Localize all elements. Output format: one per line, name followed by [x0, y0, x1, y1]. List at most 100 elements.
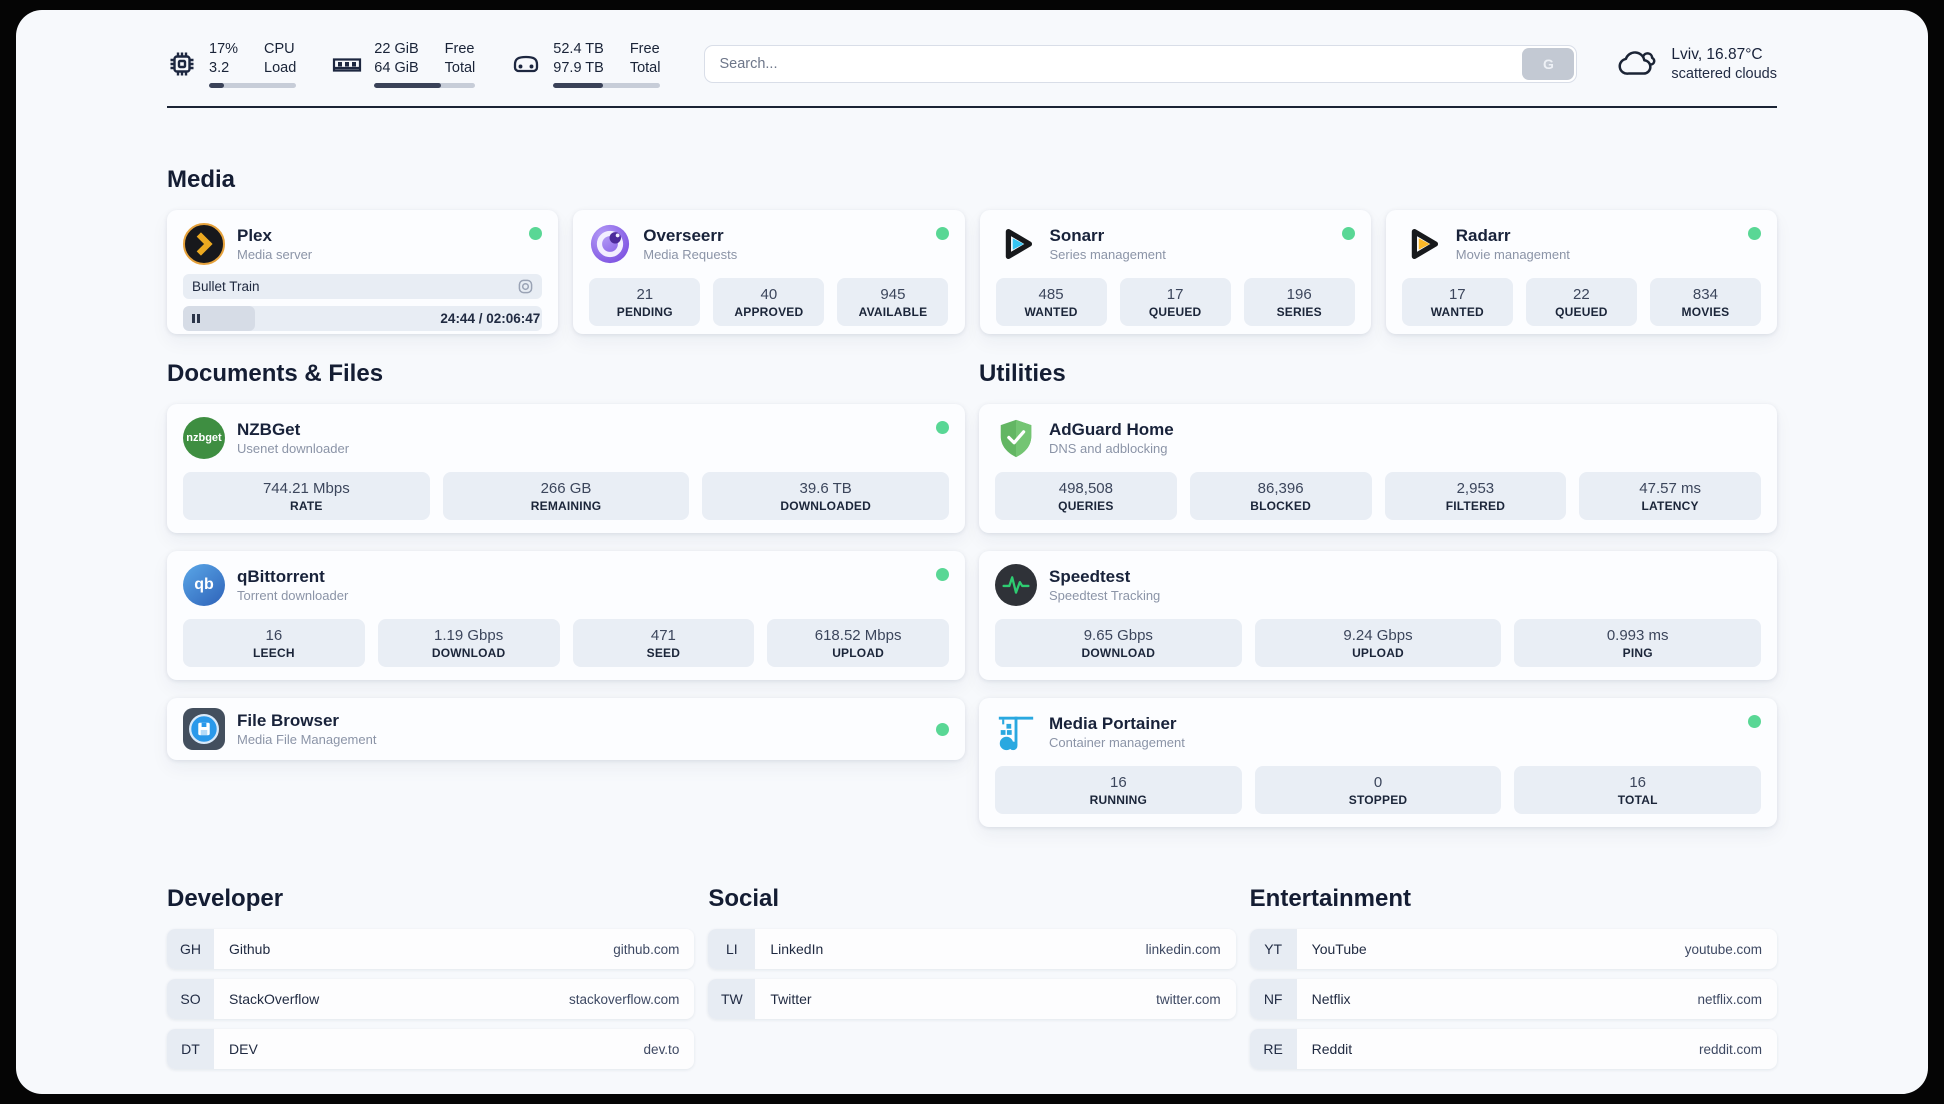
- cpu-progress-fill: [209, 83, 224, 88]
- section-title-media: Media: [167, 166, 236, 193]
- link-youtube[interactable]: YT YouTube youtube.com: [1249, 929, 1777, 969]
- memory-total-value: 64 GiB: [374, 60, 419, 76]
- nzbget-icon: nzbget: [183, 417, 225, 459]
- status-online-dot: [1748, 227, 1761, 240]
- app-subtitle: Torrent downloader: [237, 588, 349, 603]
- cpu-usage-label: CPU: [264, 41, 295, 57]
- app-title: File Browser: [237, 711, 340, 730]
- stat-ping: 0.993 ms PING: [1514, 619, 1762, 667]
- weather-widget: Lviv, 16.87°C scattered clouds: [1617, 43, 1777, 85]
- link-linkedin[interactable]: LI LinkedIn linkedin.com: [708, 929, 1236, 969]
- app-card-adguard[interactable]: AdGuard Home DNS and adblocking 498,508 …: [979, 404, 1777, 533]
- adguard-icon: [995, 417, 1037, 459]
- link-github[interactable]: GH Github github.com: [167, 929, 695, 969]
- cpu-metric: 17% 3.2 CPU Load: [167, 40, 297, 88]
- app-title: Media Portainer: [1049, 714, 1177, 733]
- link-abbr-badge: GH: [167, 929, 214, 969]
- documents-column: Documents & Files nzbget NZBGet Usenet d…: [167, 360, 965, 827]
- status-online-dot: [529, 227, 543, 240]
- storage-free-label: Free: [629, 41, 660, 57]
- app-card-plex[interactable]: Plex Media server Bullet Train 24:44 / 0…: [167, 210, 559, 334]
- stat-upload: 9.24 Gbps UPLOAD: [1254, 619, 1502, 667]
- stat-filtered: 2,953 FILTERED: [1384, 472, 1567, 520]
- app-title: Speedtest: [1049, 567, 1131, 586]
- app-subtitle: Speedtest Tracking: [1049, 588, 1161, 603]
- app-card-nzbget[interactable]: nzbget NZBGet Usenet downloader 744.21 M…: [167, 404, 965, 533]
- app-title: Radarr: [1455, 226, 1511, 245]
- cpu-usage-value: 17%: [209, 41, 239, 57]
- stat-wanted: 17 WANTED: [1401, 278, 1513, 326]
- utilities-column: Utilities AdGuard Home DNS and adblockin…: [979, 360, 1777, 827]
- weather-location-temp: Lviv, 16.87°C: [1671, 45, 1763, 63]
- stat-total: 16 TOTAL: [1514, 766, 1762, 814]
- app-subtitle: Usenet downloader: [237, 441, 350, 456]
- now-playing-title: Bullet Train: [192, 279, 260, 294]
- stat-upload: 618.52 Mbps UPLOAD: [767, 619, 949, 667]
- stat-running: 16 RUNNING: [995, 766, 1242, 814]
- overseerr-icon: [589, 223, 631, 265]
- stat-queued: 22 QUEUED: [1525, 278, 1637, 326]
- memory-free-value: 22 GiB: [374, 41, 419, 57]
- stat-seed: 471 SEED: [572, 619, 755, 667]
- search-engine-button[interactable]: G: [1522, 48, 1575, 80]
- link-abbr-badge: RE: [1249, 1029, 1297, 1069]
- qbittorrent-icon: qb: [183, 564, 225, 606]
- speedtest-icon: [995, 564, 1037, 606]
- stat-movies: 834 MOVIES: [1649, 278, 1761, 326]
- hard-drive-icon: [514, 55, 539, 73]
- social-links: Social LI LinkedIn linkedin.com TW Twitt…: [708, 885, 1236, 1069]
- link-stackoverflow[interactable]: SO StackOverflow stackoverflow.com: [167, 979, 695, 1019]
- stat-wanted: 485 WANTED: [995, 278, 1107, 326]
- media-grid: Plex Media server Bullet Train 24:44 / 0…: [167, 210, 1777, 334]
- app-card-sonarr[interactable]: Sonarr Series management 485 WANTED 17 Q…: [979, 210, 1371, 334]
- app-card-radarr[interactable]: Radarr Movie management 17 WANTED 22 QUE…: [1385, 210, 1777, 334]
- link-abbr-badge: NF: [1249, 979, 1297, 1019]
- app-card-portainer[interactable]: Media Portainer Container management 16 …: [979, 698, 1777, 827]
- stat-available: 945 AVAILABLE: [837, 278, 949, 326]
- storage-total-value: 97.9 TB: [553, 60, 604, 76]
- storage-metric: 52.4 TB 97.9 TB Free Total: [511, 40, 661, 88]
- search-input[interactable]: [704, 45, 1578, 83]
- weather-condition: scattered clouds: [1671, 65, 1777, 82]
- app-card-overseerr[interactable]: Overseerr Media Requests 21 PENDING 40 A…: [573, 210, 965, 334]
- portainer-icon: [995, 711, 1037, 753]
- link-reddit[interactable]: RE Reddit reddit.com: [1249, 1029, 1777, 1069]
- pause-icon: [192, 314, 200, 323]
- stat-remaining: 266 GB REMAINING: [442, 472, 690, 520]
- app-title: Plex: [237, 226, 272, 245]
- entertainment-links: Entertainment YT YouTube youtube.com NF …: [1249, 885, 1777, 1069]
- link-abbr-badge: LI: [708, 929, 756, 969]
- app-subtitle: Media Requests: [643, 247, 738, 262]
- section-title-social: Social: [708, 885, 780, 912]
- status-online-dot: [936, 722, 949, 736]
- memory-total-label: Total: [444, 60, 476, 76]
- cloud-icon: [1618, 51, 1656, 75]
- filebrowser-icon: [183, 708, 225, 750]
- memory-progress-bar: [374, 83, 476, 88]
- link-dev[interactable]: DT DEV dev.to: [167, 1029, 695, 1069]
- storage-free-value: 52.4 TB: [553, 41, 604, 57]
- stat-queued: 17 QUEUED: [1119, 278, 1231, 326]
- radarr-icon: [1402, 223, 1444, 265]
- memory-free-label: Free: [444, 41, 475, 57]
- memory-metric: 22 GiB 64 GiB Free Total: [332, 40, 476, 88]
- cpu-load-label: Load: [264, 60, 297, 76]
- section-title-developer: Developer: [167, 885, 284, 912]
- stat-latency: 47.57 ms LATENCY: [1579, 472, 1761, 520]
- link-twitter[interactable]: TW Twitter twitter.com: [708, 979, 1236, 1019]
- link-netflix[interactable]: NF Netflix netflix.com: [1249, 979, 1777, 1019]
- app-card-speedtest[interactable]: Speedtest Speedtest Tracking 9.65 Gbps D…: [979, 551, 1777, 680]
- app-title: Overseerr: [643, 226, 724, 245]
- app-subtitle: Container management: [1049, 735, 1185, 750]
- app-title: NZBGet: [237, 420, 301, 439]
- app-title: AdGuard Home: [1049, 420, 1174, 439]
- storage-total-label: Total: [629, 60, 661, 76]
- top-bar: 17% 3.2 CPU Load 22 GiB 64 GiB Free Tota…: [167, 10, 1777, 88]
- stat-download: 9.65 Gbps DOWNLOAD: [995, 619, 1242, 667]
- status-online-dot: [935, 227, 949, 240]
- app-subtitle: Media File Management: [237, 732, 377, 747]
- status-online-dot: [1341, 227, 1355, 240]
- app-card-filebrowser[interactable]: File Browser Media File Management: [167, 698, 965, 760]
- app-card-qbittorrent[interactable]: qb qBittorrent Torrent downloader 16 LEE…: [167, 551, 965, 680]
- stat-rate: 744.21 Mbps RATE: [183, 472, 430, 520]
